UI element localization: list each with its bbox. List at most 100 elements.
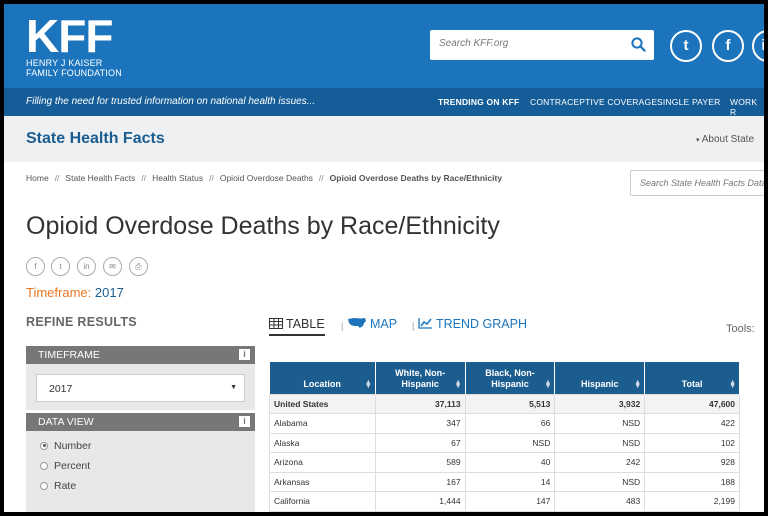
cell-value: 188 [644,471,740,492]
linkedin-icon[interactable]: in [77,257,96,276]
table-header-row: Location ▲ ▼ White, Non-Hispanic ▲ ▼ Black, … [269,362,740,394]
line-chart-icon [418,318,432,329]
section-bar: State Health Facts ▾ About State [4,116,764,162]
table-row: Arkansas 167 14 NSD 188 [269,471,740,492]
sort-icon[interactable]: ▲ ▼ [365,379,372,390]
info-icon[interactable]: i [239,416,250,427]
table-row: United States 37,113 5,513 3,932 47,600 [269,393,740,414]
timeframe-label: Timeframe: [26,285,92,300]
radio-rate[interactable]: Rate [40,480,76,492]
column-header-total[interactable]: Total ▲ ▼ [644,362,740,394]
column-header-label: Total [681,378,703,389]
cell-location: Alabama [269,413,376,434]
cell-value: NSD [554,471,646,492]
column-header-label: Hispanic [581,378,619,389]
facebook-icon[interactable]: f [712,30,744,62]
breadcrumb-state-health-facts[interactable]: State Health Facts [65,173,135,183]
cell-value: 14 [464,471,556,492]
radio-empty-icon [40,461,48,470]
tab-separator: | [412,321,415,331]
tab-separator: | [341,321,344,331]
search-icon[interactable] [631,37,646,52]
radio-selected-icon [40,441,48,450]
radio-empty-icon [40,481,48,490]
tagline: Filling the need for trusted information… [26,96,316,107]
page-title: Opioid Overdose Deaths by Race/Ethnicity [26,212,500,240]
cell-value: 928 [644,452,740,473]
breadcrumb-separator: // [209,173,214,183]
tab-trend-graph[interactable]: TREND GRAPH [418,317,527,331]
cell-value: 2,199 [644,491,740,512]
facebook-icon[interactable]: f [26,257,45,276]
cell-location: Alaska [269,432,376,453]
cell-value: 3,932 [554,393,646,414]
table-row: Arizona 589 40 242 928 [269,452,740,473]
breadcrumb-separator: // [54,173,60,183]
cell-value: 102 [644,432,740,453]
cell-value: NSD [554,413,646,434]
tab-map-label: MAP [370,317,398,331]
sort-icon[interactable]: ▲ ▼ [544,379,551,390]
cell-value: NSD [554,432,646,453]
column-header-black[interactable]: Black, Non-Hispanic ▲ ▼ [465,362,556,394]
radio-percent[interactable]: Percent [40,460,90,472]
cell-value: 589 [374,452,466,473]
email-icon[interactable]: ✉ [103,257,122,276]
timeframe-panel-header: TIMEFRAME i [26,346,255,364]
data-view-panel-header: DATA VIEW i [26,413,255,431]
sort-icon[interactable]: ▲ ▼ [634,379,641,390]
sort-icon[interactable]: ▲ ▼ [455,379,462,390]
column-header-label: Location [303,378,341,389]
tools-label: Tools: [726,323,755,335]
sort-icon[interactable]: ▲ ▼ [729,379,736,390]
trending-label: TRENDING ON KFF [438,97,520,107]
cell-value: 1,444 [374,491,466,512]
cell-location: California [269,491,376,512]
tab-map[interactable]: MAP [347,317,397,331]
about-link[interactable]: ▾ About State [696,134,754,145]
section-title[interactable]: State Health Facts [26,130,165,148]
cell-value: 66 [464,413,556,434]
timeframe-panel-title: TIMEFRAME [38,349,100,361]
twitter-icon[interactable]: t [670,30,702,62]
browser-viewport: KFF HENRY J KAISER FAMILY FOUNDATION Sea… [4,4,764,512]
twitter-icon[interactable]: t [51,257,70,276]
print-icon[interactable]: ⎙ [129,257,148,276]
tab-table[interactable]: TABLE [269,317,325,336]
radio-number-label: Number [54,440,92,452]
site-header: KFF HENRY J KAISER FAMILY FOUNDATION Sea… [4,4,764,88]
cell-value: 483 [554,491,646,512]
trending-link-contraceptive[interactable]: CONTRACEPTIVE COVERAGE [530,97,657,107]
trending-link-single-payer[interactable]: SINGLE PAYER [657,97,721,107]
tagline-bar: Filling the need for trusted information… [4,88,764,117]
about-label: About State [701,134,755,145]
column-header-location[interactable]: Location ▲ ▼ [269,362,376,394]
cell-value: 422 [644,413,740,434]
state-data-search-placeholder: Search State Health Facts Data [640,178,764,188]
linkedin-icon[interactable]: in [752,30,764,62]
cell-location: Arizona [269,452,376,473]
site-search-placeholder: Search KFF.org [439,38,509,49]
trending-link-work[interactable]: WORK R [730,97,764,117]
cell-value: 147 [464,491,556,512]
timeframe: Timeframe: 2017 [26,285,124,300]
tab-trend-graph-label: TREND GRAPH [436,317,527,331]
cell-value: 347 [374,413,466,434]
timeframe-select[interactable]: 2017 ▼ [36,374,245,402]
state-data-search-input[interactable]: Search State Health Facts Data [630,170,764,196]
breadcrumb-health-status[interactable]: Health Status [152,173,203,183]
logo-subtitle-2: FAMILY FOUNDATION [26,68,122,78]
table-icon [269,318,283,329]
site-search-input[interactable]: Search KFF.org [430,30,654,60]
column-header-white[interactable]: White, Non-Hispanic ▲ ▼ [375,362,466,394]
data-view-panel-title: DATA VIEW [38,416,94,428]
radio-percent-label: Percent [54,460,91,472]
breadcrumb-opioid-deaths[interactable]: Opioid Overdose Deaths [220,173,313,183]
cell-value: 167 [374,471,466,492]
info-icon[interactable]: i [239,349,250,360]
breadcrumb-home[interactable]: Home [26,173,49,183]
radio-number[interactable]: Number [40,440,91,452]
column-header-hispanic[interactable]: Hispanic ▲ ▼ [554,362,646,394]
column-header-label: White, Non-Hispanic [395,367,446,389]
kff-logo[interactable]: KFF HENRY J KAISER FAMILY FOUNDATION [26,13,122,78]
